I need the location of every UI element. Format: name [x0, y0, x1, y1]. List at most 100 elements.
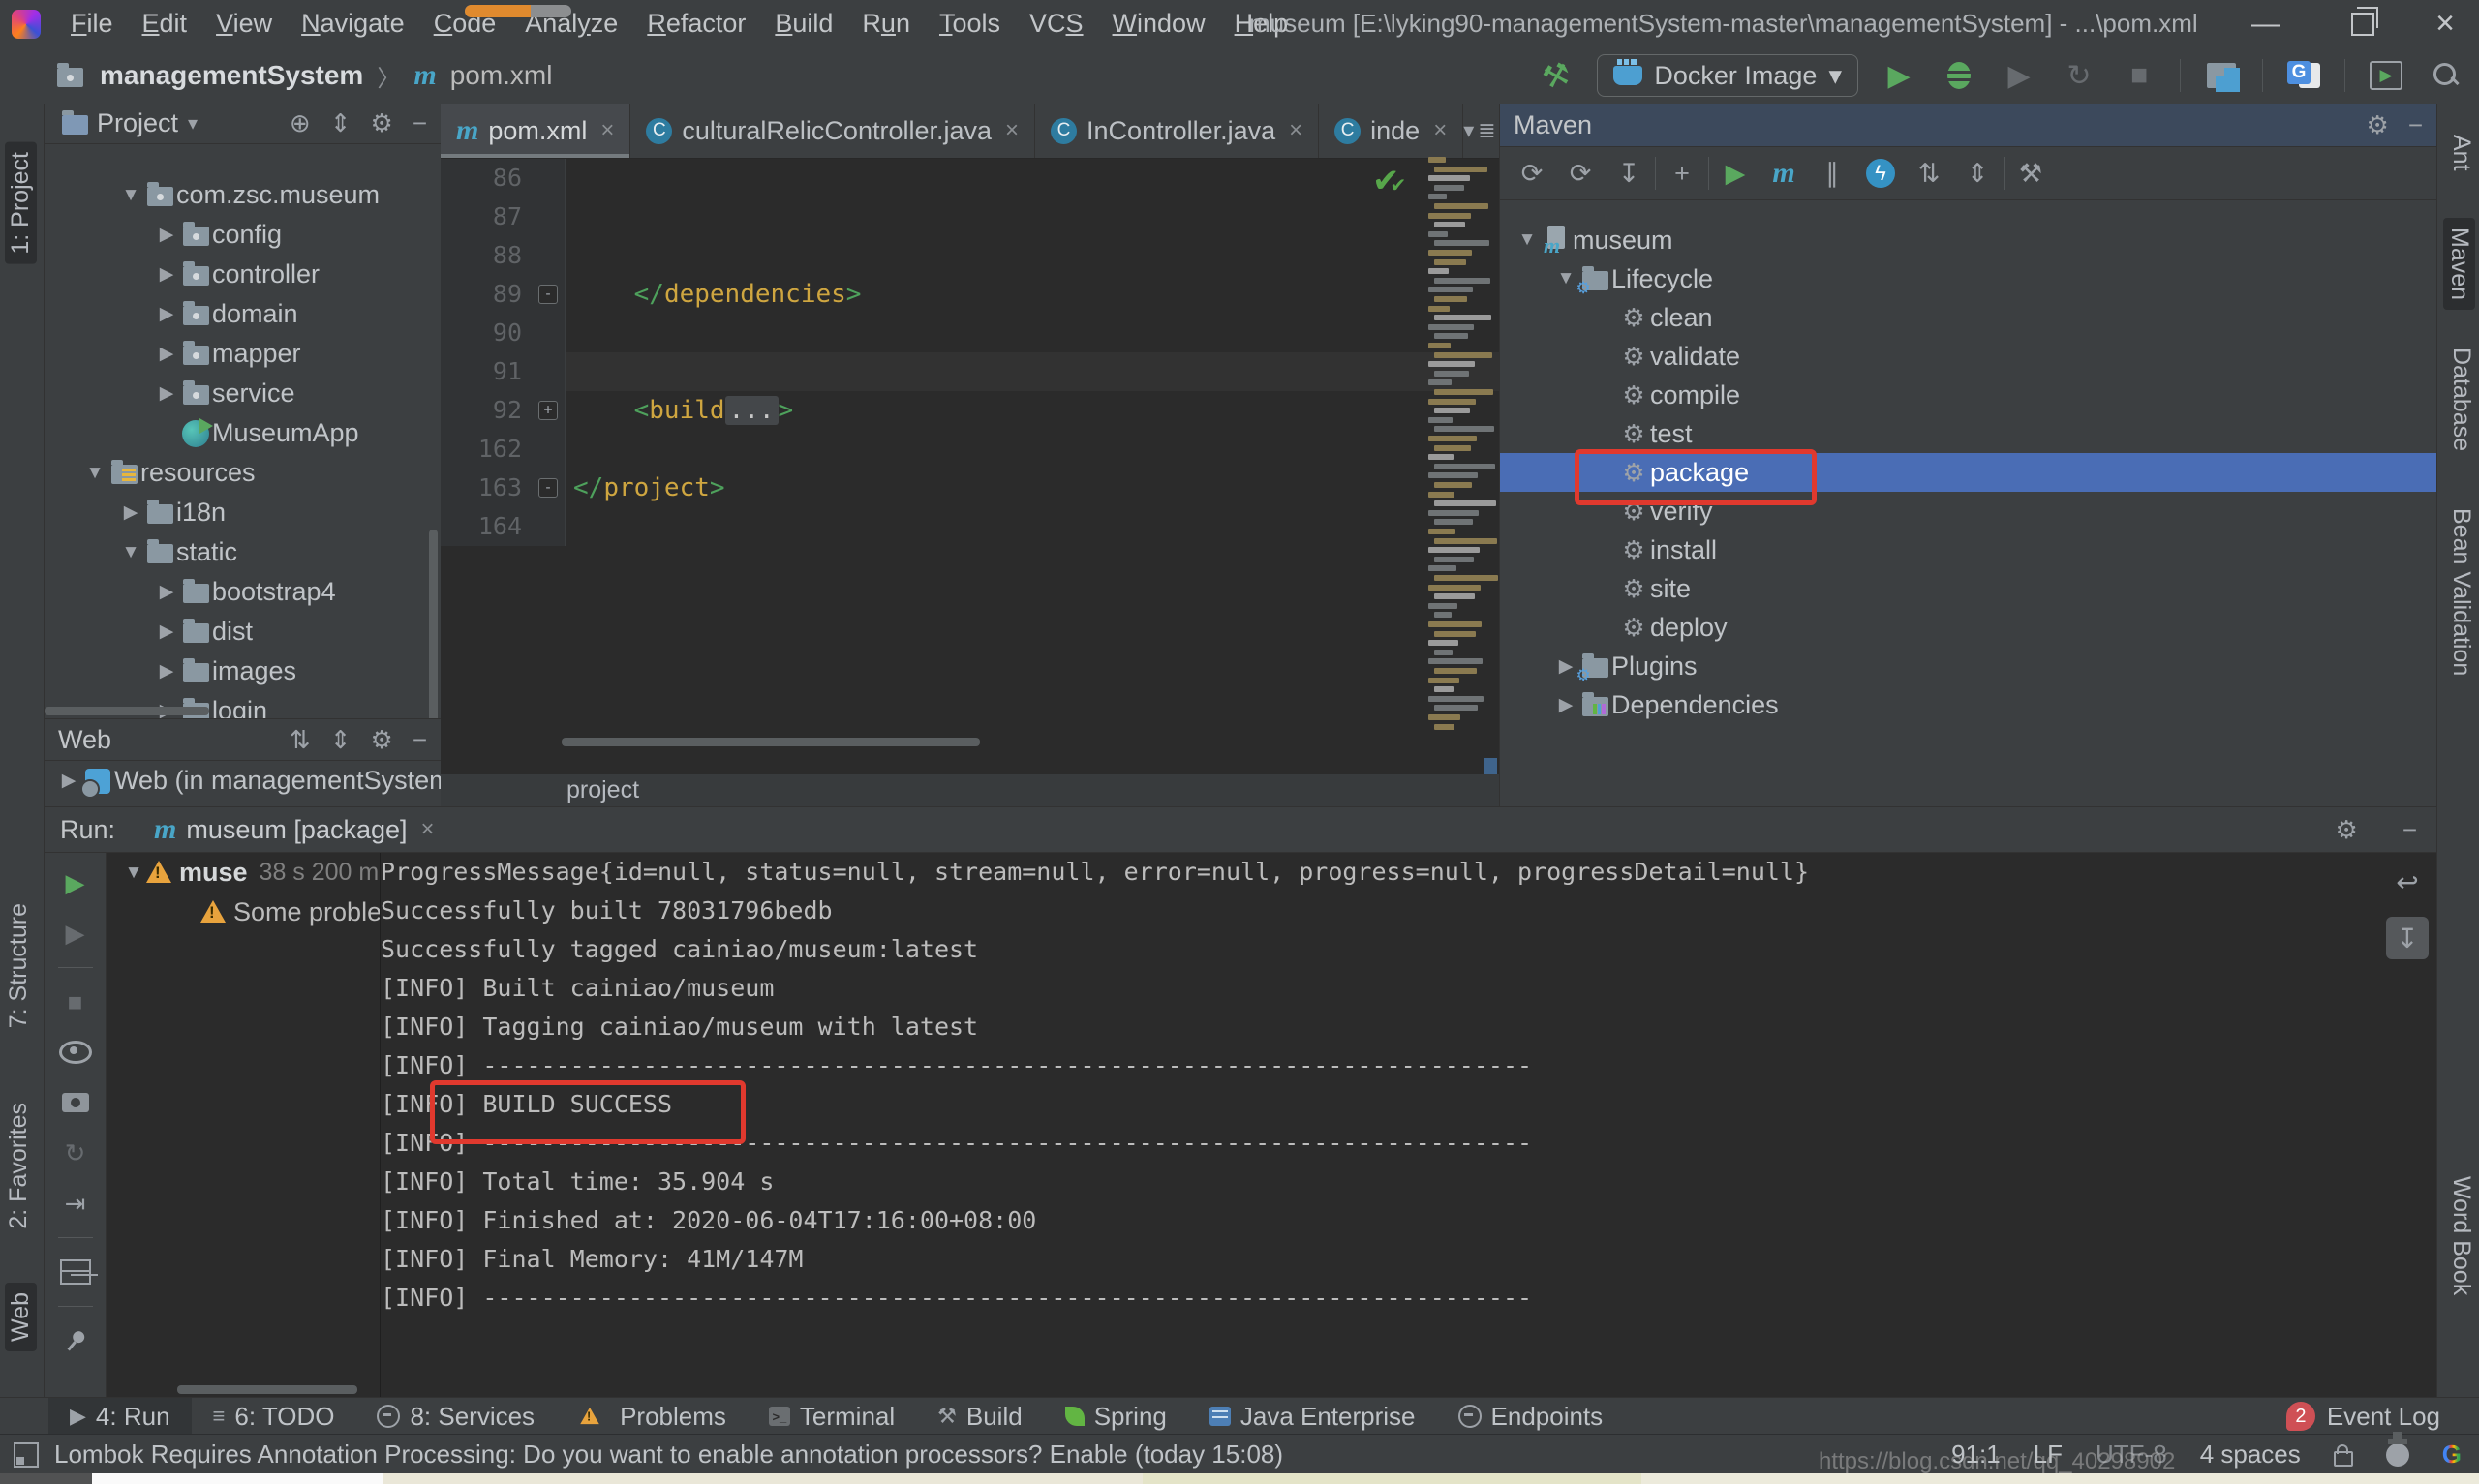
toolwindow-button-endpoints[interactable]: Endpoints [1437, 1398, 1625, 1435]
scroll-to-end-icon[interactable]: ↧ [2386, 917, 2429, 959]
maven-tree-item-museum[interactable]: ▼ museum [1500, 221, 2436, 259]
maven-tree-item-lifecycle[interactable]: ▼ Lifecycle [1500, 259, 2436, 298]
tree-expander[interactable]: ▶ [1553, 694, 1578, 716]
menu-tools[interactable]: Tools [925, 9, 1015, 39]
generate-sources-icon[interactable]: ⟳ [1558, 154, 1603, 193]
debug-button[interactable] [1940, 56, 1978, 95]
profiler-button[interactable]: ↻ [2060, 56, 2098, 95]
run-tree-child[interactable]: Some problem [107, 893, 380, 932]
lock-icon[interactable] [2333, 1443, 2353, 1467]
run-build-icon[interactable]: ▶ [1713, 154, 1758, 193]
project-tree-item-resources[interactable]: ▼ resources [45, 453, 441, 493]
run-console[interactable]: ProgressMessage{id=null, status=null, st… [381, 853, 2378, 1398]
toolwindow-button-build[interactable]: ⚒ Build [916, 1398, 1044, 1435]
menu-view[interactable]: View [201, 9, 287, 39]
coverage-button[interactable]: ▶ [2000, 56, 2038, 95]
run-tree-root[interactable]: ▼ muse 38 s 200 ms [107, 853, 380, 893]
gear-icon[interactable]: ⚙ [2367, 110, 2389, 140]
run-button[interactable]: ▶ [1880, 56, 1918, 95]
close-icon[interactable]: × [1005, 117, 1019, 144]
run-configuration-select[interactable]: Docker Image ▾ [1597, 54, 1858, 97]
tree-expander[interactable]: ▶ [154, 343, 179, 365]
code-line-89[interactable]: 89- </dependencies> [441, 275, 1499, 314]
run-tree-horizontal-scrollbar[interactable] [177, 1385, 357, 1394]
google-icon[interactable]: G [2442, 1439, 2462, 1469]
collapse-all-icon[interactable]: ⇕ [330, 725, 352, 755]
collapse-all-icon[interactable]: ⇕ [1955, 154, 2000, 193]
code-line-90[interactable]: 90 [441, 314, 1499, 352]
translate-button[interactable]: G [2284, 56, 2323, 95]
tool-window-toggle-icon[interactable] [14, 1441, 39, 1468]
maven-tree-item-test[interactable]: ⚙ test [1500, 414, 2436, 453]
editor-tab-pom-xml[interactable]: m pom.xml × [441, 104, 631, 158]
web-tree-root[interactable]: ▶ Web (in managementSystem [45, 761, 451, 801]
restart-debug-button[interactable]: ↻ [59, 1136, 92, 1169]
right-stripe-maven[interactable]: Maven [2443, 218, 2475, 311]
gear-icon[interactable]: ⚙ [371, 725, 393, 755]
build-hammer-icon[interactable]: ⚒ [1533, 52, 1580, 100]
maven-tree-item-compile[interactable]: ⚙ compile [1500, 376, 2436, 414]
close-icon[interactable]: × [421, 816, 435, 843]
project-tree-item-service[interactable]: ▶ service [45, 374, 441, 413]
filter-button[interactable] [58, 1036, 92, 1069]
tree-expander[interactable]: ▼ [1553, 268, 1578, 289]
project-tree-item-bootstrap4[interactable]: ▶ bootstrap4 [45, 572, 441, 612]
expand-all-icon[interactable]: ⇅ [1907, 154, 1951, 193]
soft-wrap-icon[interactable]: ↩ [2386, 861, 2429, 903]
rerun-button[interactable]: ▶ [59, 866, 92, 899]
locate-file-icon[interactable]: ⊕ [290, 108, 311, 138]
editor-horizontal-scrollbar[interactable] [562, 738, 980, 746]
project-tree-item-controller[interactable]: ▶ controller [45, 255, 441, 294]
pin-tab-button[interactable] [59, 1324, 92, 1357]
breadcrumb-file[interactable]: pom.xml [450, 60, 553, 91]
right-stripe-ant[interactable]: Ant [2447, 135, 2475, 171]
fold-collapse-icon[interactable]: - [538, 478, 558, 498]
code-line-163[interactable]: 163- </project> [441, 469, 1499, 507]
offline-mode-icon[interactable]: ϟ [1858, 154, 1903, 193]
editor-tab-inde[interactable]: Cinde × [1319, 104, 1464, 158]
collapse-all-icon[interactable]: ⇕ [330, 108, 352, 138]
run-tab[interactable]: m museum [package] × [154, 813, 434, 846]
project-horizontal-scrollbar[interactable] [45, 707, 209, 715]
toolwindow-button-6-todo[interactable]: ≡ 6: TODO [192, 1398, 356, 1435]
project-tree-item-mapper[interactable]: ▶ mapper [45, 334, 441, 374]
run-anything-button[interactable]: ▶ [2367, 56, 2405, 95]
plugin-icon[interactable] [2385, 1431, 2409, 1467]
jump-to-console-button[interactable]: ⇥ [59, 1187, 92, 1220]
menu-refactor[interactable]: Refactor [632, 9, 760, 39]
toolwindow-button-spring[interactable]: Spring [1044, 1398, 1188, 1435]
hide-panel-icon[interactable]: − [2402, 815, 2417, 845]
chevron-down-icon[interactable]: ▼ [121, 863, 146, 884]
code-line-91[interactable]: 91 [441, 352, 1499, 391]
left-stripe-1-project[interactable]: 1: Project [5, 142, 37, 264]
maven-tree-item-validate[interactable]: ⚙ validate [1500, 337, 2436, 376]
tree-expander[interactable]: ▼ [1515, 229, 1540, 251]
maven-settings-icon[interactable]: ⚒ [2008, 154, 2053, 193]
menu-vcs[interactable]: VCS [1015, 9, 1098, 39]
maven-tree-item-clean[interactable]: ⚙ clean [1500, 298, 2436, 337]
code-line-86[interactable]: 86 [441, 159, 1499, 197]
tree-expander[interactable]: ▶ [154, 224, 179, 246]
maven-tree-item-plugins[interactable]: ▶ Plugins [1500, 647, 2436, 685]
event-log-button[interactable]: 2 Event Log [2285, 1402, 2479, 1432]
hide-panel-icon[interactable]: − [2408, 110, 2423, 140]
tree-expander[interactable]: ▶ [154, 382, 179, 405]
chevron-down-icon[interactable]: ▾ [188, 111, 198, 136]
thread-dump-button[interactable] [59, 1086, 92, 1119]
project-tree-item-i18n[interactable]: ▶ i18n [45, 493, 441, 532]
toolwindow-button-4-run[interactable]: ▶ 4: Run [48, 1398, 192, 1435]
toolwindow-button-terminal[interactable]: >_ Terminal [748, 1398, 916, 1435]
maven-tree-item-verify[interactable]: ⚙ verify [1500, 492, 2436, 530]
toolwindow-button-java-enterprise[interactable]: Java Enterprise [1188, 1398, 1437, 1435]
editor-minimap[interactable] [1428, 157, 1499, 738]
close-icon[interactable]: × [1289, 117, 1302, 144]
code-line-164[interactable]: 164 [441, 507, 1499, 546]
right-stripe-bean-validation[interactable]: Bean Validation [2447, 508, 2475, 676]
tree-expander[interactable]: ▶ [154, 263, 179, 286]
rerun-failed-button[interactable]: ▶ [59, 917, 92, 950]
window-restore-button[interactable] [2329, 0, 2397, 47]
tree-expander[interactable]: ▶ [154, 303, 179, 325]
project-tree-item-museumapp[interactable]: MuseumApp [45, 413, 441, 453]
execute-goal-icon[interactable]: m [1761, 154, 1806, 193]
menu-navigate[interactable]: Navigate [287, 9, 419, 39]
